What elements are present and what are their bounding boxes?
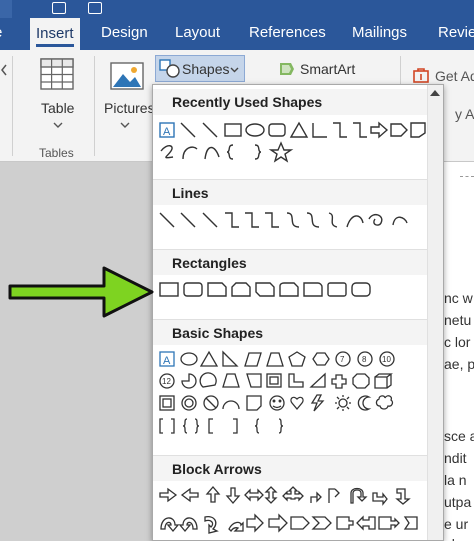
shapes-icon bbox=[159, 59, 180, 78]
smartart-icon bbox=[280, 63, 294, 75]
oval-shape[interactable] bbox=[245, 123, 265, 137]
section-header-basic: Basic Shapes bbox=[153, 319, 429, 345]
curve-shape[interactable] bbox=[204, 146, 220, 160]
pictures-button-label: Pictures bbox=[104, 100, 155, 116]
get-addins-button[interactable]: Get Ad bbox=[408, 64, 474, 86]
svg-text:A: A bbox=[163, 126, 171, 138]
round-diagonal-rectangle-shape[interactable] bbox=[351, 282, 371, 297]
flowchart-shape[interactable] bbox=[410, 122, 426, 138]
shapes-gallery: Recently Used Shapes A Lines Rectangles … bbox=[152, 84, 444, 541]
basic-shapes-grid[interactable]: A 7 8 10 12 bbox=[157, 349, 429, 445]
line-arrow-shape[interactable] bbox=[202, 122, 218, 138]
elbow-connector-shape[interactable] bbox=[312, 123, 327, 138]
triangle-shape[interactable] bbox=[289, 121, 309, 138]
text-box-shape[interactable]: A bbox=[159, 122, 175, 138]
document-text-line: ae, p bbox=[444, 356, 474, 372]
scroll-up-icon[interactable] bbox=[430, 90, 440, 96]
rectangle-shape[interactable] bbox=[159, 282, 179, 297]
elbow-arrow-shape[interactable] bbox=[353, 122, 367, 138]
arc-shape[interactable] bbox=[182, 146, 198, 160]
svg-text:10: 10 bbox=[382, 355, 391, 364]
left-brace-shape[interactable] bbox=[226, 144, 234, 160]
snip-corner-rectangle-shape[interactable] bbox=[207, 282, 227, 297]
right-brace-shape[interactable] bbox=[254, 144, 262, 160]
tab-layout[interactable]: Layout bbox=[175, 24, 220, 41]
document-text-line: netu bbox=[444, 312, 472, 328]
get-addins-label: Get Ad bbox=[435, 68, 474, 84]
my-addins-label: y Ad bbox=[455, 106, 474, 122]
chevron-down-icon bbox=[53, 122, 63, 128]
elbow-connector-2-shape[interactable] bbox=[333, 122, 347, 138]
shapes-button-label: Shapes bbox=[182, 61, 230, 77]
tab-design[interactable]: Design bbox=[101, 24, 148, 41]
rectangles-grid[interactable] bbox=[157, 279, 429, 303]
star-shape[interactable] bbox=[268, 141, 294, 163]
document-text-line: e ur bbox=[444, 516, 469, 532]
smartart-button[interactable]: SmartArt bbox=[278, 60, 368, 80]
round-corner-rectangle-shape[interactable] bbox=[303, 282, 323, 297]
recent-shapes-grid[interactable]: A bbox=[157, 119, 429, 165]
table-button-label: Table bbox=[41, 100, 75, 116]
pentagon-arrow-shape[interactable] bbox=[390, 123, 408, 137]
rounded-rectangle-shape[interactable] bbox=[268, 123, 286, 137]
section-header-block-arrows: Block Arrows bbox=[153, 455, 429, 481]
gallery-scrollbar[interactable] bbox=[427, 85, 443, 540]
table-icon bbox=[40, 58, 74, 90]
svg-text:12: 12 bbox=[162, 377, 171, 386]
right-arrow-shape[interactable] bbox=[370, 121, 389, 139]
block-arrows-grid[interactable] bbox=[157, 485, 429, 540]
table-button[interactable]: Table bbox=[30, 54, 86, 134]
tab-insert[interactable]: Insert bbox=[30, 18, 80, 50]
document-text-line: ndit bbox=[444, 450, 467, 466]
document-text-line: la n bbox=[444, 472, 467, 488]
document-text-line: sce a bbox=[444, 428, 474, 444]
undo-icon[interactable] bbox=[88, 2, 102, 14]
smartart-label: SmartArt bbox=[300, 61, 356, 77]
section-header-lines: Lines bbox=[153, 179, 429, 205]
quick-access-toolbar[interactable] bbox=[0, 0, 12, 18]
snip-diagonal-rectangle-shape[interactable] bbox=[255, 282, 275, 297]
annotation-arrow bbox=[8, 266, 154, 318]
chevron-down-icon bbox=[230, 67, 239, 73]
document-text-line: c lor bbox=[444, 334, 471, 350]
round-same-side-rectangle-shape[interactable] bbox=[327, 282, 347, 297]
lines-grid[interactable] bbox=[157, 209, 429, 233]
tab-mailings[interactable]: Mailings bbox=[352, 24, 407, 41]
ribbon-tabs: e Insert Design Layout References Mailin… bbox=[0, 18, 474, 50]
text-box-shape[interactable]: A bbox=[159, 351, 175, 367]
document-text-line: utpa bbox=[444, 494, 472, 510]
tab-references[interactable]: References bbox=[249, 24, 326, 41]
section-header-rectangles: Rectangles bbox=[153, 249, 429, 275]
store-icon bbox=[413, 68, 429, 83]
shapes-button[interactable]: Shapes bbox=[155, 55, 245, 82]
document-text-line: elen bbox=[444, 536, 470, 541]
snip-round-rectangle-shape[interactable] bbox=[279, 282, 299, 297]
rounded-rectangle-shape[interactable] bbox=[183, 282, 203, 297]
tables-group-label: Tables bbox=[39, 146, 74, 160]
tab-home[interactable]: e bbox=[0, 24, 2, 41]
chevron-down-icon bbox=[120, 122, 130, 128]
pictures-icon bbox=[110, 62, 144, 90]
tab-review[interactable]: Revie bbox=[438, 24, 474, 41]
svg-text:7: 7 bbox=[340, 355, 345, 364]
chevron-left-icon[interactable] bbox=[0, 64, 8, 76]
snip-same-side-rectangle-shape[interactable] bbox=[231, 282, 251, 297]
document-text-line: nc w bbox=[444, 290, 473, 306]
freeform-scribble-shape[interactable] bbox=[160, 145, 174, 159]
line-shape[interactable] bbox=[180, 122, 196, 138]
document-gutter bbox=[0, 162, 152, 541]
save-icon[interactable] bbox=[52, 2, 66, 14]
svg-text:8: 8 bbox=[362, 355, 367, 364]
pictures-button[interactable]: Pictures bbox=[100, 54, 155, 134]
svg-text:A: A bbox=[163, 355, 171, 367]
title-bar bbox=[0, 0, 474, 18]
rectangle-shape[interactable] bbox=[224, 123, 242, 137]
section-header-recent: Recently Used Shapes bbox=[153, 89, 429, 115]
